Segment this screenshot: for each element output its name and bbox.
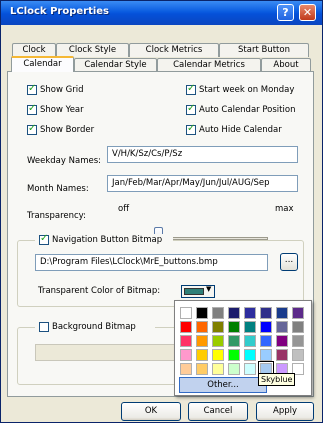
color-swatch[interactable] bbox=[276, 349, 288, 361]
color-swatch[interactable] bbox=[276, 307, 288, 319]
tab-clock-style[interactable]: Clock Style bbox=[56, 43, 129, 57]
background-bitmap-path-input bbox=[35, 344, 177, 361]
color-swatch[interactable] bbox=[180, 349, 192, 361]
month-names-label: Month Names: bbox=[27, 184, 89, 194]
auto-hide-calendar-label: Auto Hide Calendar bbox=[199, 125, 282, 135]
color-swatch[interactable] bbox=[180, 321, 192, 333]
color-swatch[interactable] bbox=[292, 335, 304, 347]
color-swatch[interactable] bbox=[228, 363, 240, 375]
month-names-input[interactable]: Jan/Feb/Mar/Apr/May/Jun/Jul/AUG/Sep bbox=[107, 175, 298, 192]
color-swatch[interactable] bbox=[212, 321, 224, 333]
transparency-max-label: max bbox=[275, 204, 294, 214]
color-swatch[interactable] bbox=[180, 307, 192, 319]
color-swatch[interactable] bbox=[276, 335, 288, 347]
chevron-down-icon: ▼ bbox=[206, 285, 212, 293]
transparent-color-label: Transparent Color of Bitmap: bbox=[38, 286, 161, 296]
color-swatch[interactable] bbox=[212, 335, 224, 347]
show-year-label: Show Year bbox=[40, 105, 84, 115]
color-swatch[interactable] bbox=[260, 335, 272, 347]
color-swatch[interactable] bbox=[244, 349, 256, 361]
background-bitmap-label: Background Bitmap bbox=[52, 322, 136, 332]
window-title: LClock Properties bbox=[10, 6, 110, 17]
start-week-monday-label: Start week on Monday bbox=[199, 85, 295, 95]
show-year-checkbox[interactable] bbox=[27, 103, 37, 115]
weekday-names-label: Weekday Names: bbox=[27, 156, 101, 166]
navigation-bitmap-checkbox[interactable] bbox=[39, 233, 49, 245]
color-swatch[interactable] bbox=[196, 363, 208, 375]
tab-about[interactable]: About bbox=[261, 58, 311, 72]
apply-button[interactable]: Apply bbox=[256, 402, 314, 421]
color-swatch[interactable] bbox=[292, 307, 304, 319]
color-swatch[interactable] bbox=[244, 321, 256, 333]
tab-start-button[interactable]: Start Button bbox=[219, 43, 309, 57]
color-swatch[interactable] bbox=[212, 307, 224, 319]
color-swatch[interactable] bbox=[260, 307, 272, 319]
color-swatch[interactable] bbox=[212, 349, 224, 361]
color-swatch[interactable] bbox=[228, 321, 240, 333]
tab-clock-metrics[interactable]: Clock Metrics bbox=[129, 43, 219, 57]
bitmap-path-input[interactable]: D:\Program Files\LClock\MrE_buttons.bmp bbox=[35, 254, 268, 271]
navigation-bitmap-group bbox=[17, 240, 304, 307]
transparency-off-label: off bbox=[118, 204, 130, 214]
weekday-names-input[interactable]: V/H/K/Sz/Cs/P/Sz bbox=[107, 146, 298, 163]
color-swatch[interactable] bbox=[196, 335, 208, 347]
color-swatch[interactable] bbox=[292, 349, 304, 361]
auto-hide-calendar-checkbox[interactable] bbox=[186, 123, 196, 135]
color-swatch[interactable] bbox=[260, 321, 272, 333]
show-border-label: Show Border bbox=[40, 125, 95, 135]
auto-calendar-position-label: Auto Calendar Position bbox=[199, 105, 296, 115]
properties-window: LClock Properties ? ✕ Clock Clock Style … bbox=[0, 0, 323, 423]
auto-calendar-position-checkbox[interactable] bbox=[186, 103, 196, 115]
title-bar[interactable]: LClock Properties ? ✕ bbox=[1, 1, 322, 25]
tab-calendar-metrics[interactable]: Calendar Metrics bbox=[157, 58, 261, 72]
transparency-label: Transparency: bbox=[27, 211, 86, 221]
color-swatch[interactable] bbox=[244, 335, 256, 347]
ok-button[interactable]: OK bbox=[121, 402, 181, 421]
selected-color-swatch bbox=[184, 288, 204, 295]
color-tooltip: Skyblue bbox=[258, 373, 296, 386]
color-swatch[interactable] bbox=[260, 349, 272, 361]
color-swatch[interactable] bbox=[196, 321, 208, 333]
color-swatch[interactable] bbox=[180, 363, 192, 375]
color-swatch[interactable] bbox=[244, 307, 256, 319]
start-week-monday-checkbox[interactable] bbox=[186, 83, 196, 95]
show-grid-label: Show Grid bbox=[40, 85, 84, 95]
color-swatch[interactable] bbox=[244, 363, 256, 375]
tab-calendar-style[interactable]: Calendar Style bbox=[74, 58, 157, 72]
color-swatch[interactable] bbox=[212, 363, 224, 375]
transparent-color-picker[interactable]: ▼ bbox=[181, 285, 215, 298]
tab-clock[interactable]: Clock bbox=[12, 43, 56, 57]
background-bitmap-checkbox[interactable] bbox=[39, 322, 49, 332]
color-swatch[interactable] bbox=[292, 321, 304, 333]
color-swatch[interactable] bbox=[196, 307, 208, 319]
navigation-bitmap-label: Navigation Button Bitmap bbox=[52, 235, 163, 245]
color-swatch[interactable] bbox=[228, 349, 240, 361]
show-border-checkbox[interactable] bbox=[27, 123, 37, 135]
show-grid-checkbox[interactable] bbox=[27, 83, 37, 95]
browse-button[interactable]: ... bbox=[280, 253, 298, 271]
color-swatch[interactable] bbox=[228, 307, 240, 319]
cancel-button[interactable]: Cancel bbox=[188, 402, 248, 421]
color-swatch[interactable] bbox=[180, 335, 192, 347]
color-swatch[interactable] bbox=[196, 349, 208, 361]
color-swatch[interactable] bbox=[276, 321, 288, 333]
tab-calendar[interactable]: Calendar bbox=[11, 56, 74, 72]
color-swatch[interactable] bbox=[228, 335, 240, 347]
help-button[interactable]: ? bbox=[277, 4, 294, 21]
other-color-button[interactable]: Other... bbox=[179, 377, 267, 393]
close-button[interactable]: ✕ bbox=[299, 4, 316, 21]
